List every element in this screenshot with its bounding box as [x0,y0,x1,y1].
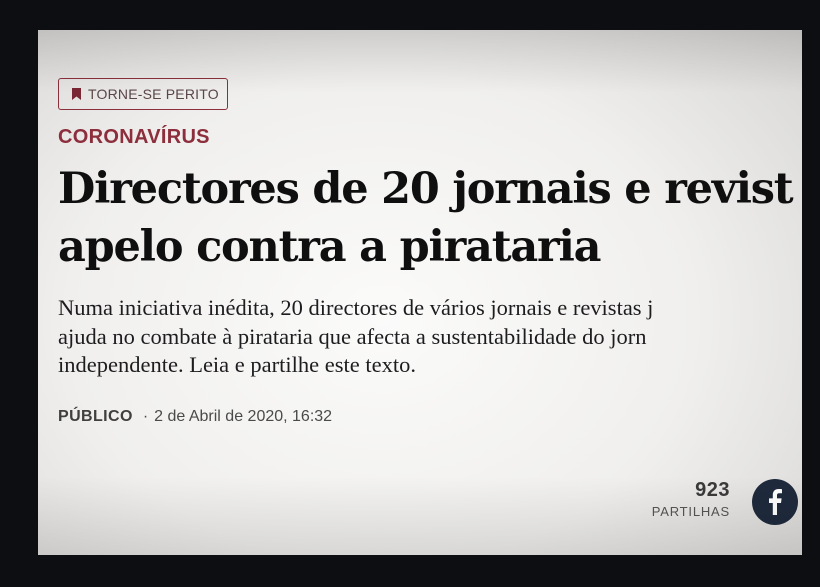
article-lead: Numa iniciativa inédita, 20 directores d… [58,294,802,380]
article-headline: Directores de 20 jornais e revist apelo … [58,160,802,276]
lead-line: ajuda no combate à pirataria que afecta … [58,323,647,349]
category-label[interactable]: CORONAVÍRUS [58,126,210,149]
publish-date: 2 de Abril de 2020, 16:32 [154,408,333,425]
lead-line: Numa iniciativa inédita, 20 directores d… [58,295,654,320]
meta-separator: · [142,408,149,425]
share-label: PARTILHAS [651,504,730,519]
share-count: 923 [695,479,730,501]
article-meta: PÚBLICO · 2 de Abril de 2020, 16:32 [58,408,332,426]
become-expert-label: TORNE-SE PERITO [88,86,219,102]
become-expert-button[interactable]: TORNE-SE PERITO [58,78,228,110]
share-counter: 923 PARTILHAS [652,479,730,519]
facebook-icon [769,489,782,515]
lead-line: independente. Leia e partilhe este texto… [58,352,416,377]
headline-line: Directores de 20 jornais e revist [58,164,794,214]
screen: TORNE-SE PERITO CORONAVÍRUS Directores d… [38,30,802,555]
bookmark-icon [72,88,81,100]
source-name[interactable]: PÚBLICO [58,408,133,426]
facebook-share-button[interactable] [752,479,798,525]
headline-line: apelo contra a pirataria [58,222,601,272]
